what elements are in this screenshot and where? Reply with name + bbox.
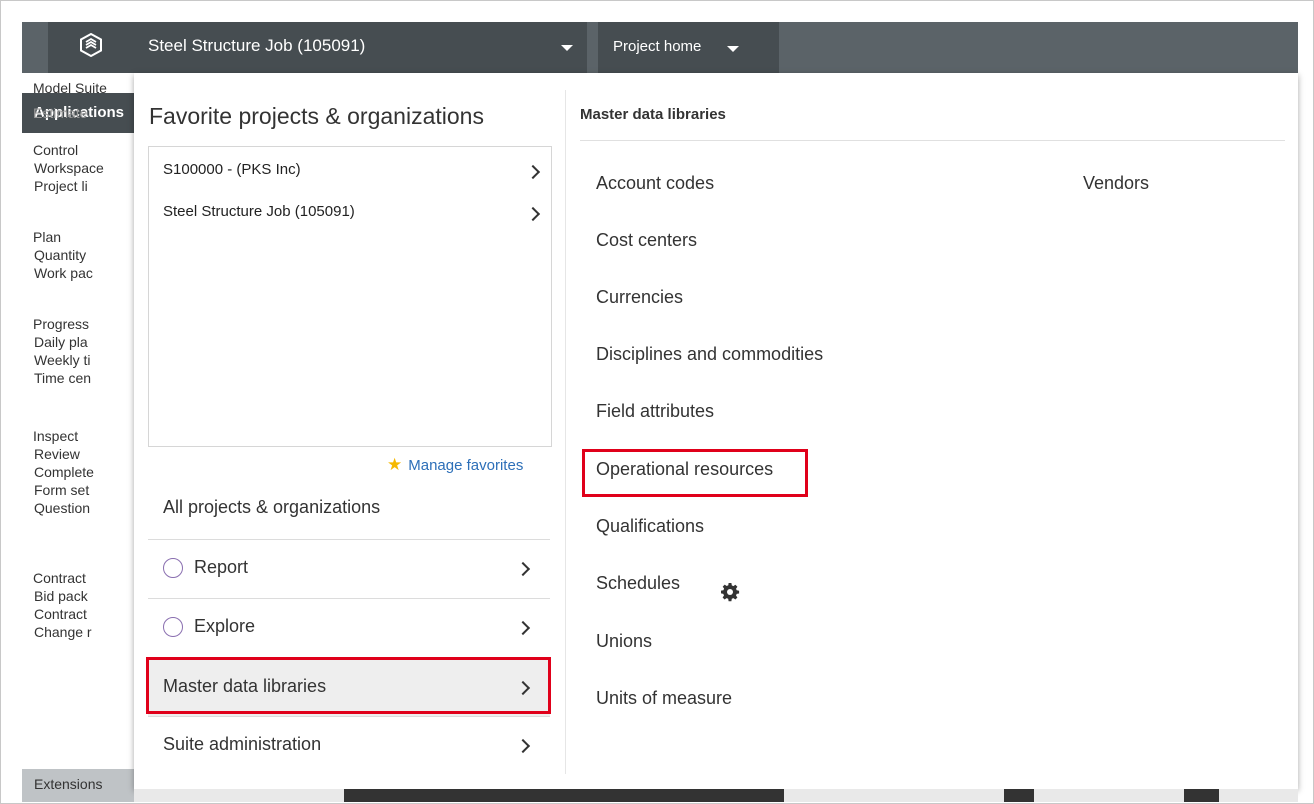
library-link[interactable]: Field attributes [596,401,714,422]
sidebar-item[interactable]: Change r [34,624,92,640]
favorite-item[interactable]: S100000 - (PKS Inc) [163,161,541,183]
column-divider [565,90,566,774]
explore-icon [163,617,183,637]
menu-item-explore[interactable]: Explore [148,598,550,656]
sidebar-item[interactable]: Daily pla [34,334,88,350]
sidebar-item[interactable]: Progress [33,316,89,332]
sidebar-item[interactable]: Form set [34,482,89,498]
favorites-list: S100000 - (PKS Inc) Steel Structure Job … [148,146,552,447]
background-content [134,789,1298,802]
sidebar-item[interactable]: Model Suite [33,80,107,96]
library-link-vendors[interactable]: Vendors [1083,173,1149,194]
manage-favorites-link[interactable]: ★ Manage favorites [387,455,523,475]
project-home-label: Project home [613,38,702,55]
sidebar-item[interactable]: Quantity [34,247,86,263]
star-icon: ★ [387,455,403,474]
menu-item-label: Suite administration [163,734,322,754]
favorites-title: Favorite projects & organizations [149,103,484,129]
sidebar-item[interactable]: Bid pack [34,588,88,604]
library-link[interactable]: Schedules [596,573,680,594]
favorite-item-label: Steel Structure Job (105091) [163,203,355,220]
all-projects-link[interactable]: All projects & organizations [163,497,380,518]
navigation-dropdown-panel: Favorite projects & organizations S10000… [134,73,1298,789]
project-selector[interactable]: Steel Structure Job (105091) [132,22,587,73]
gear-icon[interactable] [720,582,740,602]
extensions-header[interactable]: Extensions [22,769,134,802]
sidebar-item[interactable]: Control [33,142,78,158]
favorite-item[interactable]: Steel Structure Job (105091) [163,203,541,225]
menu-item-label: Report [194,557,249,577]
report-icon [163,558,183,578]
chevron-down-icon [727,46,739,52]
project-home-menu[interactable]: Project home [598,22,779,73]
sidebar-item[interactable]: Workspace [34,160,104,176]
library-link[interactable]: Unions [596,631,652,652]
chevron-down-icon [561,45,573,51]
top-bar: Steel Structure Job (105091) Project hom… [22,22,1298,87]
menu-item-label: Explore [194,616,256,636]
chevron-right-icon [515,738,531,753]
project-selector-label: Steel Structure Job (105091) [148,36,366,55]
sidebar-item[interactable]: Plan [33,229,61,245]
sidebar-item[interactable]: Weekly ti [34,352,91,368]
sidebar-item[interactable]: Project li [34,178,88,194]
manage-favorites-label: Manage favorites [408,457,524,474]
sidebar-item[interactable]: Question [34,500,90,516]
sidebar-item[interactable]: Time cen [34,370,91,386]
library-link[interactable]: Units of measure [596,688,732,709]
favorite-item-label: S100000 - (PKS Inc) [163,161,301,178]
sidebar-item[interactable]: Complete [34,464,94,480]
logo-icon [80,33,102,57]
sidebar-item[interactable]: Estimate [33,105,87,121]
highlight-box [582,449,808,497]
chevron-right-icon [525,164,541,180]
chevron-right-icon [515,561,531,576]
chevron-right-icon [525,206,541,222]
master-data-title: Master data libraries [580,106,726,123]
applications-sidebar: Applications Model Suite Estimate Control W… [22,73,134,802]
sidebar-item[interactable]: Inspect [33,428,78,444]
library-link[interactable]: Disciplines and commodities [596,344,823,365]
menu-item-report[interactable]: Report [148,539,550,597]
library-link[interactable]: Currencies [596,287,683,308]
highlight-box [146,657,551,714]
sidebar-item[interactable]: Contract [33,570,86,586]
sidebar-item[interactable]: Work pac [34,265,93,281]
app-logo[interactable] [48,22,132,87]
chevron-right-icon [515,620,531,635]
library-link[interactable]: Qualifications [596,516,704,537]
library-link[interactable]: Account codes [596,173,714,194]
divider [580,140,1285,141]
sidebar-item[interactable]: Review [34,446,80,462]
menu-item-suite-administration[interactable]: Suite administration [148,716,550,774]
sidebar-item[interactable]: Contract [34,606,87,622]
library-link[interactable]: Cost centers [596,230,697,251]
